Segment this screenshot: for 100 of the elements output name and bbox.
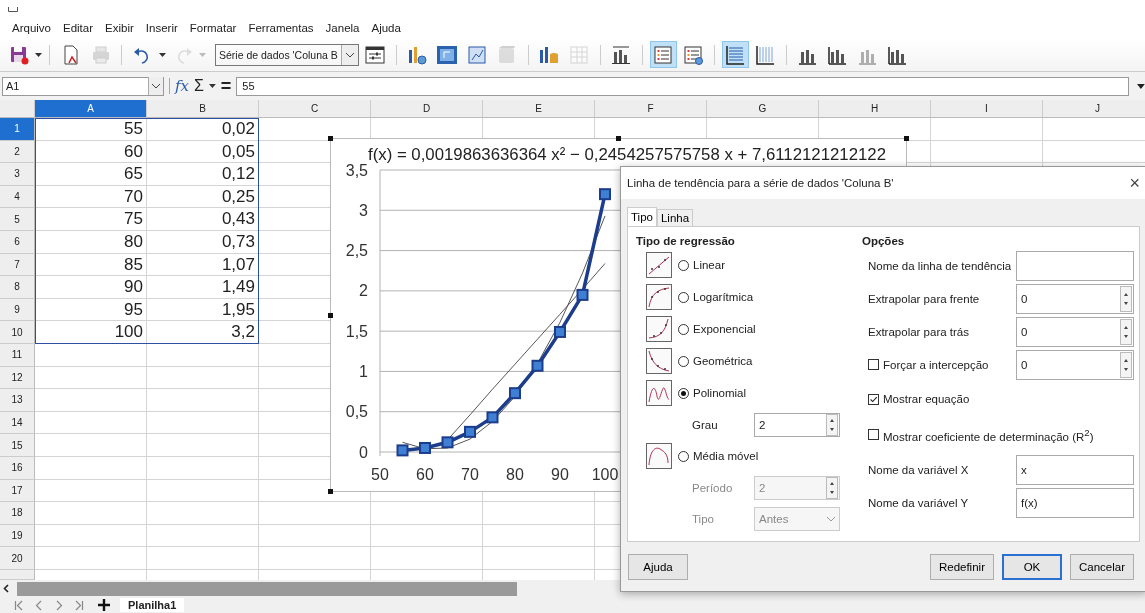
trend-equation: f(x) = 0,0019863636364 x² − 0,2454257575758 x + 7,6112121212122 [368,145,887,164]
formula-input[interactable]: 55 [236,76,1130,96]
row-header[interactable]: 5 [0,208,35,231]
sum-button[interactable]: Σ [194,77,204,95]
row-header[interactable]: 12 [0,366,35,390]
field-label: Tipo [692,512,715,525]
option-label[interactable]: Linear [693,259,725,271]
option-label[interactable]: Média móvel [693,450,759,462]
caret-icon[interactable] [208,84,216,88]
bar-chart-icon [610,43,633,66]
expand-icon[interactable] [1137,83,1145,89]
tab[interactable]: Tipo [627,207,657,226]
row-header[interactable]: 15 [0,434,35,457]
column-header[interactable]: I [931,100,1043,118]
axis-tick-label: 2 [359,282,368,300]
previous-sheet-icon[interactable] [34,599,44,611]
column-header[interactable]: G [707,100,819,118]
spin-arrows-icon[interactable] [1120,318,1132,345]
spin-arrows-icon[interactable] [1120,351,1132,378]
menu-item[interactable]: Formatar [189,22,237,34]
option-label[interactable]: Exponencial [693,323,756,335]
add-sheet-icon[interactable] [98,599,110,611]
checkbox[interactable] [868,359,879,370]
checkbox[interactable] [868,393,879,405]
row-header[interactable]: 18 [0,502,35,525]
option-label[interactable]: Logarítmica [693,291,754,303]
chart-frame-icon [466,43,489,66]
selection-handle[interactable] [328,313,333,318]
text-field[interactable] [1016,250,1134,281]
tab[interactable]: Linha [656,209,694,226]
column-header[interactable]: J [1043,100,1145,118]
scrollbar-thumb[interactable] [17,581,517,596]
window-menu-icon[interactable] [8,6,18,12]
row-header[interactable]: 13 [0,389,35,412]
row-header[interactable]: 20 [0,547,35,570]
spin-field[interactable]: 0 [1016,283,1134,314]
dialog-button[interactable]: Cancelar [1069,554,1134,580]
spin-field[interactable]: 0 [1016,349,1134,380]
column-header[interactable]: F [595,100,707,118]
text-field[interactable]: f(x) [1016,487,1134,518]
row-header[interactable]: 10 [0,321,35,344]
spin-field[interactable]: 2 [754,412,840,437]
row-header[interactable]: 6 [0,230,35,254]
menu-item[interactable]: Editar [63,22,94,34]
spin-arrows-icon[interactable] [826,476,838,499]
column-header[interactable]: H [819,100,931,118]
checkbox[interactable] [868,429,879,441]
menu-item[interactable]: Exibir [105,22,134,34]
dialog-button[interactable]: OK [1001,554,1062,580]
selection-handle[interactable] [616,136,621,141]
row-header[interactable]: 19 [0,524,35,548]
name-box[interactable]: A1 [2,76,165,96]
menu-item[interactable]: Arquivo [12,22,51,34]
caret-icon[interactable] [35,52,42,57]
selection-handle[interactable] [904,136,909,141]
element-select[interactable]: Série de dados 'Coluna B [215,43,359,66]
option-label[interactable]: Polinomial [693,387,747,399]
option-label[interactable]: Geométrica [693,355,753,367]
last-sheet-icon[interactable] [74,599,84,611]
column-header[interactable]: C [259,100,371,118]
next-sheet-icon[interactable] [54,599,64,611]
scroll-left-icon[interactable] [3,584,9,593]
formula-button[interactable]: = [220,75,232,97]
menu-item[interactable]: Inserir [145,22,178,34]
row-header[interactable]: 8 [0,276,35,299]
table-cell: 100 [35,321,147,344]
axis-tick-label: 2,5 [345,242,368,260]
row-header[interactable]: 3 [0,163,35,186]
row-header[interactable]: 14 [0,411,35,435]
row-header[interactable]: 17 [0,479,35,503]
column-header[interactable]: D [371,100,483,118]
first-sheet-icon[interactable] [14,599,24,611]
menu-item[interactable]: Janela [325,22,360,34]
selection-handle[interactable] [328,489,333,494]
close-button[interactable]: × [1129,172,1140,194]
dialog-button[interactable]: Redefinir [929,554,994,580]
column-header[interactable]: B [147,100,259,118]
row-header[interactable]: 4 [0,185,35,209]
spin-arrows-icon[interactable] [826,413,838,436]
toolbar-button[interactable] [721,41,749,68]
sheet-tab[interactable]: Planilha1 [120,598,185,612]
section-heading: Tipo de regressão [636,235,736,249]
spin-arrows-icon[interactable] [1120,285,1132,312]
function-wizard-button[interactable]: fx [175,77,190,95]
point [531,359,544,372]
column-header[interactable]: A [35,100,147,118]
row-header[interactable]: 9 [0,298,35,322]
row-header[interactable]: 16 [0,456,35,480]
row-header[interactable]: 11 [0,343,35,367]
selection-handle[interactable] [328,136,333,141]
caret-icon[interactable] [159,52,166,57]
menu-item[interactable]: Ferramentas [248,22,314,34]
row-header[interactable]: 1 [0,118,35,141]
help-button[interactable]: Ajuda [628,554,688,580]
row-header[interactable]: 2 [0,140,35,164]
column-header[interactable]: E [483,100,595,118]
text-field[interactable]: x [1016,454,1134,485]
menu-item[interactable]: Ajuda [371,22,401,34]
spin-field[interactable]: 0 [1016,316,1134,347]
row-header[interactable]: 7 [0,253,35,277]
